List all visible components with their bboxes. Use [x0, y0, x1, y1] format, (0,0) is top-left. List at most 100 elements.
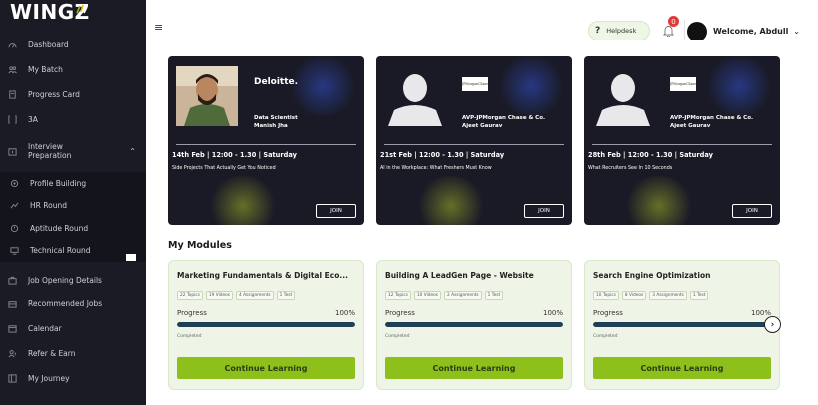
calendar-icon — [6, 322, 18, 334]
helpdesk-button[interactable]: ? Helpdesk — [588, 21, 650, 41]
carousel-next-arrow-icon[interactable]: › — [764, 316, 781, 333]
progress-bar — [177, 322, 355, 327]
technical-icon — [8, 244, 20, 256]
module-title: Building A LeadGen Page - Website — [385, 271, 534, 280]
sidebar-item-label: 3A — [28, 114, 38, 124]
progress-fill — [177, 322, 355, 327]
event-topic: Side Projects That Actually Get You Noti… — [172, 166, 276, 171]
completion-status: Completed — [177, 334, 202, 339]
card-glow — [496, 56, 566, 116]
tag-assignments: 2 Assignments — [444, 291, 482, 300]
join-button[interactable]: JOIN — [316, 204, 356, 218]
join-button[interactable]: JOIN — [732, 204, 772, 218]
event-topic: AI in the Workplace: What Freshers Must … — [380, 166, 492, 171]
sidebar-item-label: My Batch — [28, 64, 63, 74]
question-icon: ? — [595, 26, 601, 36]
sidebar-item-label: Recommended Jobs — [28, 298, 103, 308]
sidebar-item-progress-card[interactable]: Progress Card — [0, 83, 146, 105]
dashboard-icon — [6, 38, 18, 50]
speaker-role: AVP-JPMorgan Chase & Co. — [670, 115, 754, 121]
sidebar-item-label: My Journey — [28, 373, 70, 383]
progress-percent: 100% — [334, 309, 355, 317]
interview-label-line1: Interview — [28, 142, 63, 151]
progress-label: Progress — [593, 309, 623, 317]
sidebar-item-dashboard[interactable]: Dashboard — [0, 33, 146, 55]
sidebar: WINGZ Dashboard My Batch Progress Card 3… — [0, 0, 146, 405]
progress-card-icon — [6, 88, 18, 100]
helpdesk-label: Helpdesk — [606, 27, 637, 35]
hamburger-menu-icon[interactable]: ≡ — [154, 22, 163, 33]
sidebar-item-recommended-jobs[interactable]: Recommended Jobs — [0, 292, 146, 314]
card-divider — [592, 144, 772, 145]
sidebar-item-my-batch[interactable]: My Batch — [0, 58, 146, 80]
tag-videos: 8 Videos — [621, 291, 647, 300]
aptitude-icon — [8, 222, 20, 234]
welcome-text: Welcome, Abdull — [713, 27, 789, 36]
sidebar-item-calendar[interactable]: Calendar — [0, 317, 146, 339]
continue-learning-button[interactable]: Continue Learning — [177, 357, 355, 379]
module-title: Marketing Fundamentals & Digital Eco... — [177, 271, 348, 280]
refer-icon — [6, 347, 18, 359]
progress-bar — [593, 322, 771, 327]
sidebar-item-interview-preparation[interactable]: Interview Preparation ⌃ — [0, 138, 146, 164]
event-date: 28th Feb | 12:00 - 1.30 | Saturday — [588, 151, 713, 159]
sidebar-item-my-journey[interactable]: My Journey — [0, 367, 146, 389]
sidebar-item-label: Aptitude Round — [30, 223, 89, 233]
continue-learning-button[interactable]: Continue Learning — [593, 357, 771, 379]
completion-status: Completed — [593, 334, 618, 339]
sidebar-item-label: Dashboard — [28, 39, 69, 49]
progress-fill — [593, 322, 771, 327]
logo[interactable]: WINGZ — [10, 2, 90, 22]
tag-topics: 10 Topics — [593, 291, 619, 300]
sidebar-item-3a[interactable]: 3A — [0, 108, 146, 130]
event-date: 21st Feb | 12:00 - 1.30 | Saturday — [380, 151, 505, 159]
chevron-down-icon: ⌄ — [793, 27, 800, 36]
completion-status: Completed — [385, 334, 410, 339]
card-glow — [416, 176, 486, 225]
join-button[interactable]: JOIN — [524, 204, 564, 218]
tag-tests: 1 Test — [484, 291, 504, 300]
module-tags: 12 Topics 10 Videos 2 Assignments 1 Test — [385, 291, 504, 300]
module-card: Marketing Fundamentals & Digital Eco... … — [168, 260, 364, 390]
speaker-photo-placeholder-icon — [596, 74, 650, 126]
card-glow — [208, 176, 278, 225]
sidebar-item-profile-building[interactable]: Profile Building — [0, 172, 146, 194]
user-menu[interactable]: Welcome, Abdull ⌄ — [713, 27, 800, 36]
tag-assignments: 4 Assignments — [236, 291, 274, 300]
sidebar-item-hr-round[interactable]: HR Round — [0, 194, 146, 216]
speaker-photo-placeholder-icon — [388, 74, 442, 126]
sidebar-item-label: Progress Card — [28, 89, 80, 99]
sidebar-item-refer-earn[interactable]: Refer & Earn — [0, 342, 146, 364]
speaker-photo-icon — [176, 66, 238, 126]
sidebar-item-aptitude-round[interactable]: Aptitude Round — [0, 217, 146, 239]
sidebar-item-label: Refer & Earn — [28, 348, 76, 358]
company-logo: JPMorganChase — [670, 77, 696, 91]
recommended-icon — [6, 297, 18, 309]
tag-tests: 1 Test — [689, 291, 709, 300]
job-icon — [6, 274, 18, 286]
card-divider — [176, 144, 356, 145]
avatar[interactable] — [687, 22, 707, 42]
module-card: Search Engine Optimization 10 Topics 8 V… — [584, 260, 780, 390]
speaker-role: Data Scientist — [254, 115, 298, 121]
tag-tests: 1 Test — [276, 291, 296, 300]
card-divider — [384, 144, 564, 145]
sidebar-item-technical-round[interactable]: Technical Round — [0, 239, 146, 261]
event-card: JPMorganChase AVP-JPMorgan Chase & Co. A… — [376, 56, 572, 225]
section-title: My Modules — [168, 240, 232, 251]
card-glow — [704, 56, 774, 116]
top-header: ≡ ? Helpdesk 0 Welcome, Abdull ⌄ — [146, 0, 818, 42]
company-logo: Deloitte. — [254, 77, 299, 87]
sidebar-item-label: Interview Preparation — [28, 142, 71, 160]
interview-icon — [6, 145, 18, 157]
module-tags: 22 Topics 19 Videos 4 Assignments 1 Test — [177, 291, 296, 300]
card-glow — [288, 56, 358, 116]
batch-icon — [6, 63, 18, 75]
main-content: Deloitte. Data Scientist Manish Jha 14th… — [146, 40, 818, 405]
tag-topics: 12 Topics — [385, 291, 411, 300]
progress-label: Progress — [385, 309, 415, 317]
progress-fill — [385, 322, 563, 327]
continue-learning-button[interactable]: Continue Learning — [385, 357, 563, 379]
event-card: Deloitte. Data Scientist Manish Jha 14th… — [168, 56, 364, 225]
sidebar-item-job-opening-details[interactable]: Job Opening Details — [0, 269, 146, 291]
